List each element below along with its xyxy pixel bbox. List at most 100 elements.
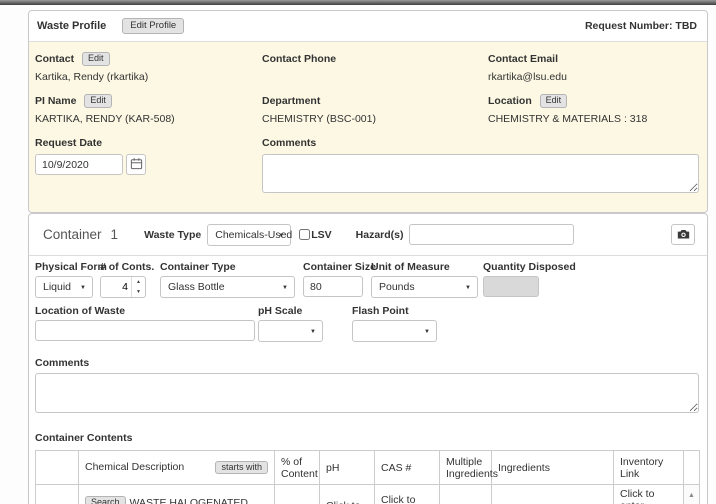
num-conts-input[interactable] (101, 277, 131, 297)
table-row: ☞ SearchWASTE HALOGENATED SOLVENTS - KAR… (36, 485, 700, 504)
physical-form-field: Physical Form Liquid ▼ (35, 261, 107, 298)
lsv-field: LSV (299, 229, 331, 241)
camera-icon (677, 227, 690, 242)
chemical-description-cell: SearchWASTE HALOGENATED SOLVENTS - KARTI… (79, 485, 275, 504)
calendar-icon (130, 157, 143, 173)
request-number: Request Number: TBD (585, 20, 697, 32)
ingredients-cell[interactable] (492, 485, 614, 504)
chevron-down-icon: ▼ (278, 233, 284, 239)
container-size-input[interactable] (303, 276, 363, 297)
quantity-disposed-field: Quantity Disposed (483, 261, 576, 297)
pi-name-label: PI Name Edit (35, 94, 262, 109)
location-of-waste-field: Location of Waste (35, 305, 255, 341)
camera-button[interactable] (671, 224, 695, 245)
contact-edit-button[interactable]: Edit (82, 52, 110, 66)
row-pointer-cell[interactable]: ☞ (36, 485, 79, 504)
waste-profile-panel: Waste Profile Edit Profile Request Numbe… (28, 10, 708, 213)
container-panel: Container 1 Waste Type Chemicals-Used ▼ … (28, 213, 708, 504)
contact-value: Kartika, Rendy (rkartika) (35, 69, 262, 85)
page: Waste Profile Edit Profile Request Numbe… (0, 0, 716, 504)
request-number-label: Request Number: (585, 20, 673, 32)
container-contents-table: Chemical Description starts with % of Co… (35, 450, 700, 504)
num-conts-label: # of Conts. (100, 261, 154, 273)
flash-point-select[interactable]: ▼ (352, 320, 437, 342)
col-header-ingredients: Ingredients (492, 451, 614, 485)
profile-row-2: PI Name Edit KARTIKA, RENDY (KAR-508) De… (29, 94, 707, 127)
search-button[interactable]: Search (85, 496, 126, 504)
location-of-waste-label: Location of Waste (35, 305, 255, 317)
physical-form-select[interactable]: Liquid ▼ (35, 276, 93, 298)
starts-with-button[interactable]: starts with (215, 461, 268, 475)
location-edit-button[interactable]: Edit (540, 94, 568, 108)
chevron-down-icon: ▼ (424, 329, 430, 335)
table-header-row: Chemical Description starts with % of Co… (36, 451, 700, 485)
request-date-field: Request Date (35, 136, 262, 198)
quantity-disposed-label: Quantity Disposed (483, 261, 576, 273)
container-form-row-2: Location of Waste pH Scale ▼ Flash Point… (29, 305, 707, 349)
pi-name-field: PI Name Edit KARTIKA, RENDY (KAR-508) (35, 94, 262, 127)
waste-type-select[interactable]: Chemicals-Used ▼ (207, 224, 291, 246)
container-number: 1 (111, 227, 119, 242)
lsv-checkbox[interactable] (299, 229, 310, 240)
contact-field: Contact Edit Kartika, Rendy (rkartika) (35, 52, 262, 85)
department-value: CHEMISTRY (BSC-001) (262, 111, 488, 127)
contact-phone-label: Contact Phone (262, 52, 488, 67)
department-field: Department CHEMISTRY (BSC-001) (262, 94, 488, 127)
stepper-down-icon[interactable]: ▼ (132, 287, 145, 297)
location-of-waste-input[interactable] (35, 320, 255, 341)
pi-name-edit-button[interactable]: Edit (84, 94, 112, 108)
contact-phone-field: Contact Phone (262, 52, 488, 85)
col-header-chemical-description: Chemical Description starts with (79, 451, 275, 485)
unit-of-measure-label: Unit of Measure (371, 261, 478, 273)
profile-row-1: Contact Edit Kartika, Rendy (rkartika) C… (29, 52, 707, 85)
multiple-ingredients-cell[interactable]: No (440, 485, 492, 504)
container-form-row-1: Physical Form Liquid ▼ # of Conts. ▲ ▼ C… (29, 261, 707, 305)
hazards-label: Hazard(s) (356, 229, 404, 241)
location-value: CHEMISTRY & MATERIALS : 318 (488, 111, 695, 127)
chevron-down-icon: ▼ (465, 285, 471, 291)
unit-of-measure-select[interactable]: Pounds ▼ (371, 276, 478, 298)
ph-scale-select[interactable]: ▼ (258, 320, 323, 342)
request-date-input[interactable] (35, 154, 123, 175)
quantity-disposed-input (483, 276, 539, 297)
department-label: Department (262, 94, 488, 109)
flash-point-field: Flash Point ▼ (352, 305, 437, 342)
profile-row-3: Request Date Comments (29, 136, 707, 198)
calendar-button[interactable] (126, 154, 146, 175)
ph-scale-field: pH Scale ▼ (258, 305, 323, 342)
stepper-up-icon[interactable]: ▲ (132, 277, 145, 287)
ph-cell[interactable]: Click to enter pH (320, 485, 375, 504)
col-header-row-selector (36, 451, 79, 485)
contact-email-label: Contact Email (488, 52, 695, 67)
table-scrollbar[interactable]: ▲ (684, 485, 700, 504)
col-header-ph: pH (320, 451, 375, 485)
flash-point-label: Flash Point (352, 305, 437, 317)
waste-type-label: Waste Type (144, 229, 201, 241)
container-comments-textarea[interactable] (35, 373, 699, 413)
col-header-inventory-link: Inventory Link (614, 451, 684, 485)
scroll-up-icon[interactable]: ▲ (688, 488, 695, 499)
container-size-field: Container Size (303, 261, 376, 297)
pi-name-value: KARTIKA, RENDY (KAR-508) (35, 111, 262, 127)
waste-profile-header: Waste Profile Edit Profile Request Numbe… (29, 11, 707, 42)
col-header-cas: CAS # (375, 451, 440, 485)
contact-email-value: rkartika@lsu.edu (488, 69, 695, 85)
col-header-multiple-ingredients: Multiple Ingredients (440, 451, 492, 485)
profile-comments-label: Comments (262, 136, 695, 151)
cas-cell[interactable]: Click to enter CAS # (375, 485, 440, 504)
inventory-link-cell[interactable]: Click to enter Inventory Link # (614, 485, 684, 504)
chevron-down-icon: ▼ (282, 285, 288, 291)
hazards-input[interactable] (409, 224, 574, 245)
request-number-value: TBD (675, 20, 697, 32)
profile-comments-field: Comments (262, 136, 695, 198)
physical-form-label: Physical Form (35, 261, 107, 273)
edit-profile-button[interactable]: Edit Profile (122, 18, 184, 34)
profile-comments-textarea[interactable] (262, 154, 699, 193)
container-type-select[interactable]: Glass Bottle ▼ (160, 276, 295, 298)
col-header-scrollbar-spacer (684, 451, 700, 485)
unit-of-measure-field: Unit of Measure Pounds ▼ (371, 261, 478, 298)
percent-of-content-cell[interactable]: 100.00 (275, 485, 320, 504)
col-header-percent-of-content: % of Content (275, 451, 320, 485)
container-comments-label: Comments (35, 357, 707, 369)
contact-phone-value (262, 69, 488, 85)
